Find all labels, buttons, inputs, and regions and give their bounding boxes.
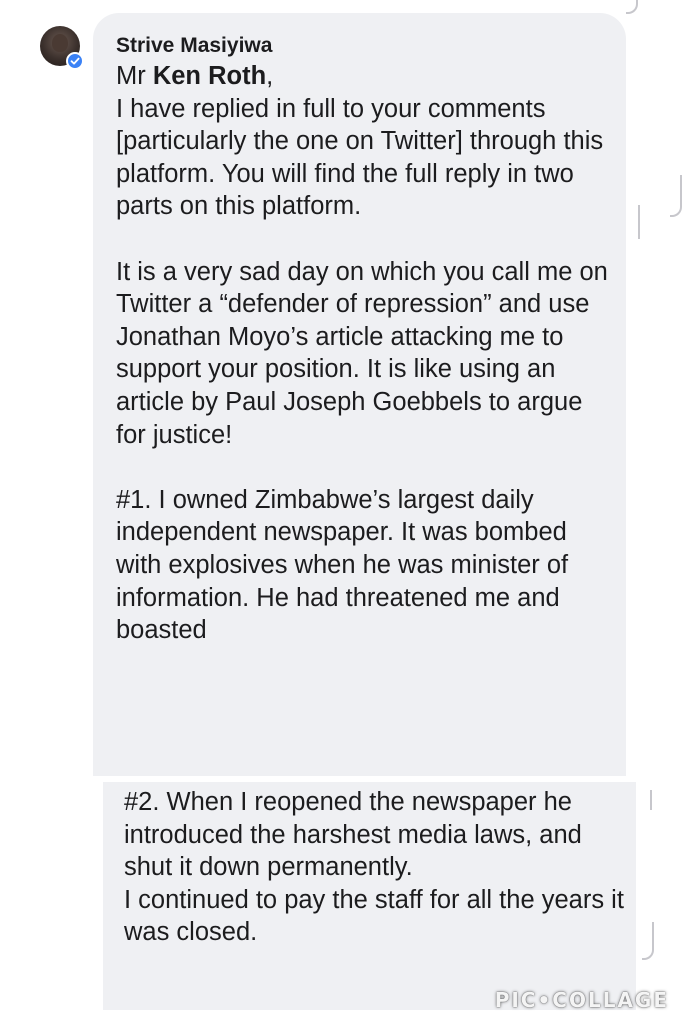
- comment-body: Mr Ken Roth, I have replied in full to y…: [116, 60, 616, 647]
- pic-collage-watermark: PIC•COLLAGE: [494, 988, 669, 1012]
- continued-comment-body: #2. When I reopened the newspaper he int…: [124, 786, 624, 949]
- comment-salutation: Mr Ken Roth,: [116, 60, 616, 93]
- comment-screenshot-bottom: #2. When I reopened the newspaper he int…: [0, 782, 687, 1024]
- comment-paragraph-3: #1. I owned Zimbabwe’s largest daily ind…: [116, 485, 576, 645]
- comment-paragraph-1: I have replied in full to your comments …: [116, 94, 611, 221]
- verified-check-icon: [66, 52, 84, 70]
- thread-reply-line: [628, 205, 640, 239]
- avatar-face: [52, 34, 68, 52]
- salutation-prefix: Mr: [116, 62, 153, 90]
- continued-paragraph-2: I continued to pay the staff for all the…: [124, 885, 624, 947]
- thread-reply-line: [626, 0, 638, 14]
- thread-reply-line: [640, 790, 652, 810]
- salutation-suffix: ,: [266, 62, 274, 90]
- thread-reply-line: [642, 922, 654, 960]
- thread-reply-line: [670, 175, 682, 217]
- continued-paragraph-1: #2. When I reopened the newspaper he int…: [124, 788, 582, 882]
- comment-screenshot-top: Strive Masiyiwa Mr Ken Roth, I have repl…: [0, 0, 687, 776]
- comment-paragraph-2: It is a very sad day on which you call m…: [116, 257, 615, 449]
- comment-author-name[interactable]: Strive Masiyiwa: [116, 34, 272, 58]
- collage-canvas: Strive Masiyiwa Mr Ken Roth, I have repl…: [0, 0, 687, 1024]
- mention-ken-roth[interactable]: Ken Roth: [153, 62, 266, 90]
